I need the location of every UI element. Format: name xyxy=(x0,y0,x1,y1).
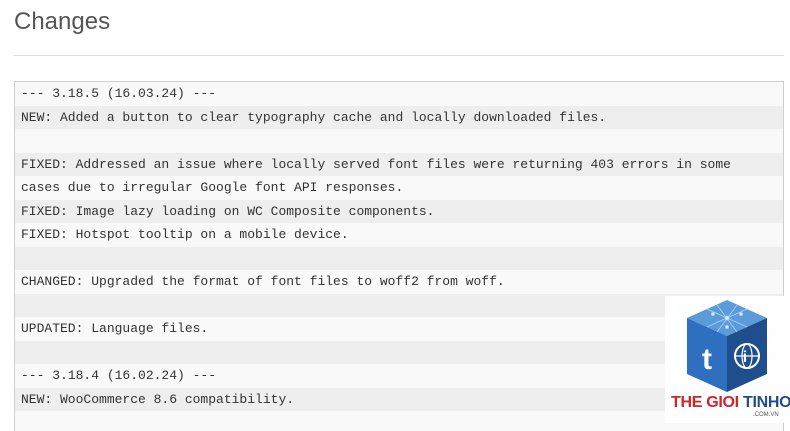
changelog-line: --- 3.18.5 (16.03.24) --- xyxy=(15,82,783,106)
svg-text:t: t xyxy=(702,343,712,376)
changelog-line xyxy=(15,129,783,153)
watermark-brand: THE GIOI TINHOC xyxy=(671,394,790,412)
changelog-line: FIXED: Hotspot tooltip on a mobile devic… xyxy=(15,223,783,247)
heading-divider xyxy=(14,55,784,56)
changelog-line: FIXED: Addressed an issue where locally … xyxy=(15,152,783,176)
changelog-line xyxy=(15,246,783,270)
watermark-brand-blue: TINHOC xyxy=(742,394,790,411)
changelog-line: FIXED: Image lazy loading on WC Composit… xyxy=(15,199,783,223)
watermark-brand-red: THE GIOI xyxy=(671,394,743,411)
watermark-logo: t i THE GIOI TINHOC .COM.VN xyxy=(665,296,790,423)
changelog-line: cases due to irregular Google font API r… xyxy=(15,176,783,200)
svg-text:i: i xyxy=(743,349,747,366)
section-heading: Changes xyxy=(14,8,111,35)
watermark-domain: .COM.VN xyxy=(753,412,779,418)
cube-logo-icon: t i xyxy=(687,300,767,392)
changelog-line: NEW: Added a button to clear typography … xyxy=(15,105,783,129)
changelog-line: CHANGED: Upgraded the format of font fil… xyxy=(15,270,783,294)
